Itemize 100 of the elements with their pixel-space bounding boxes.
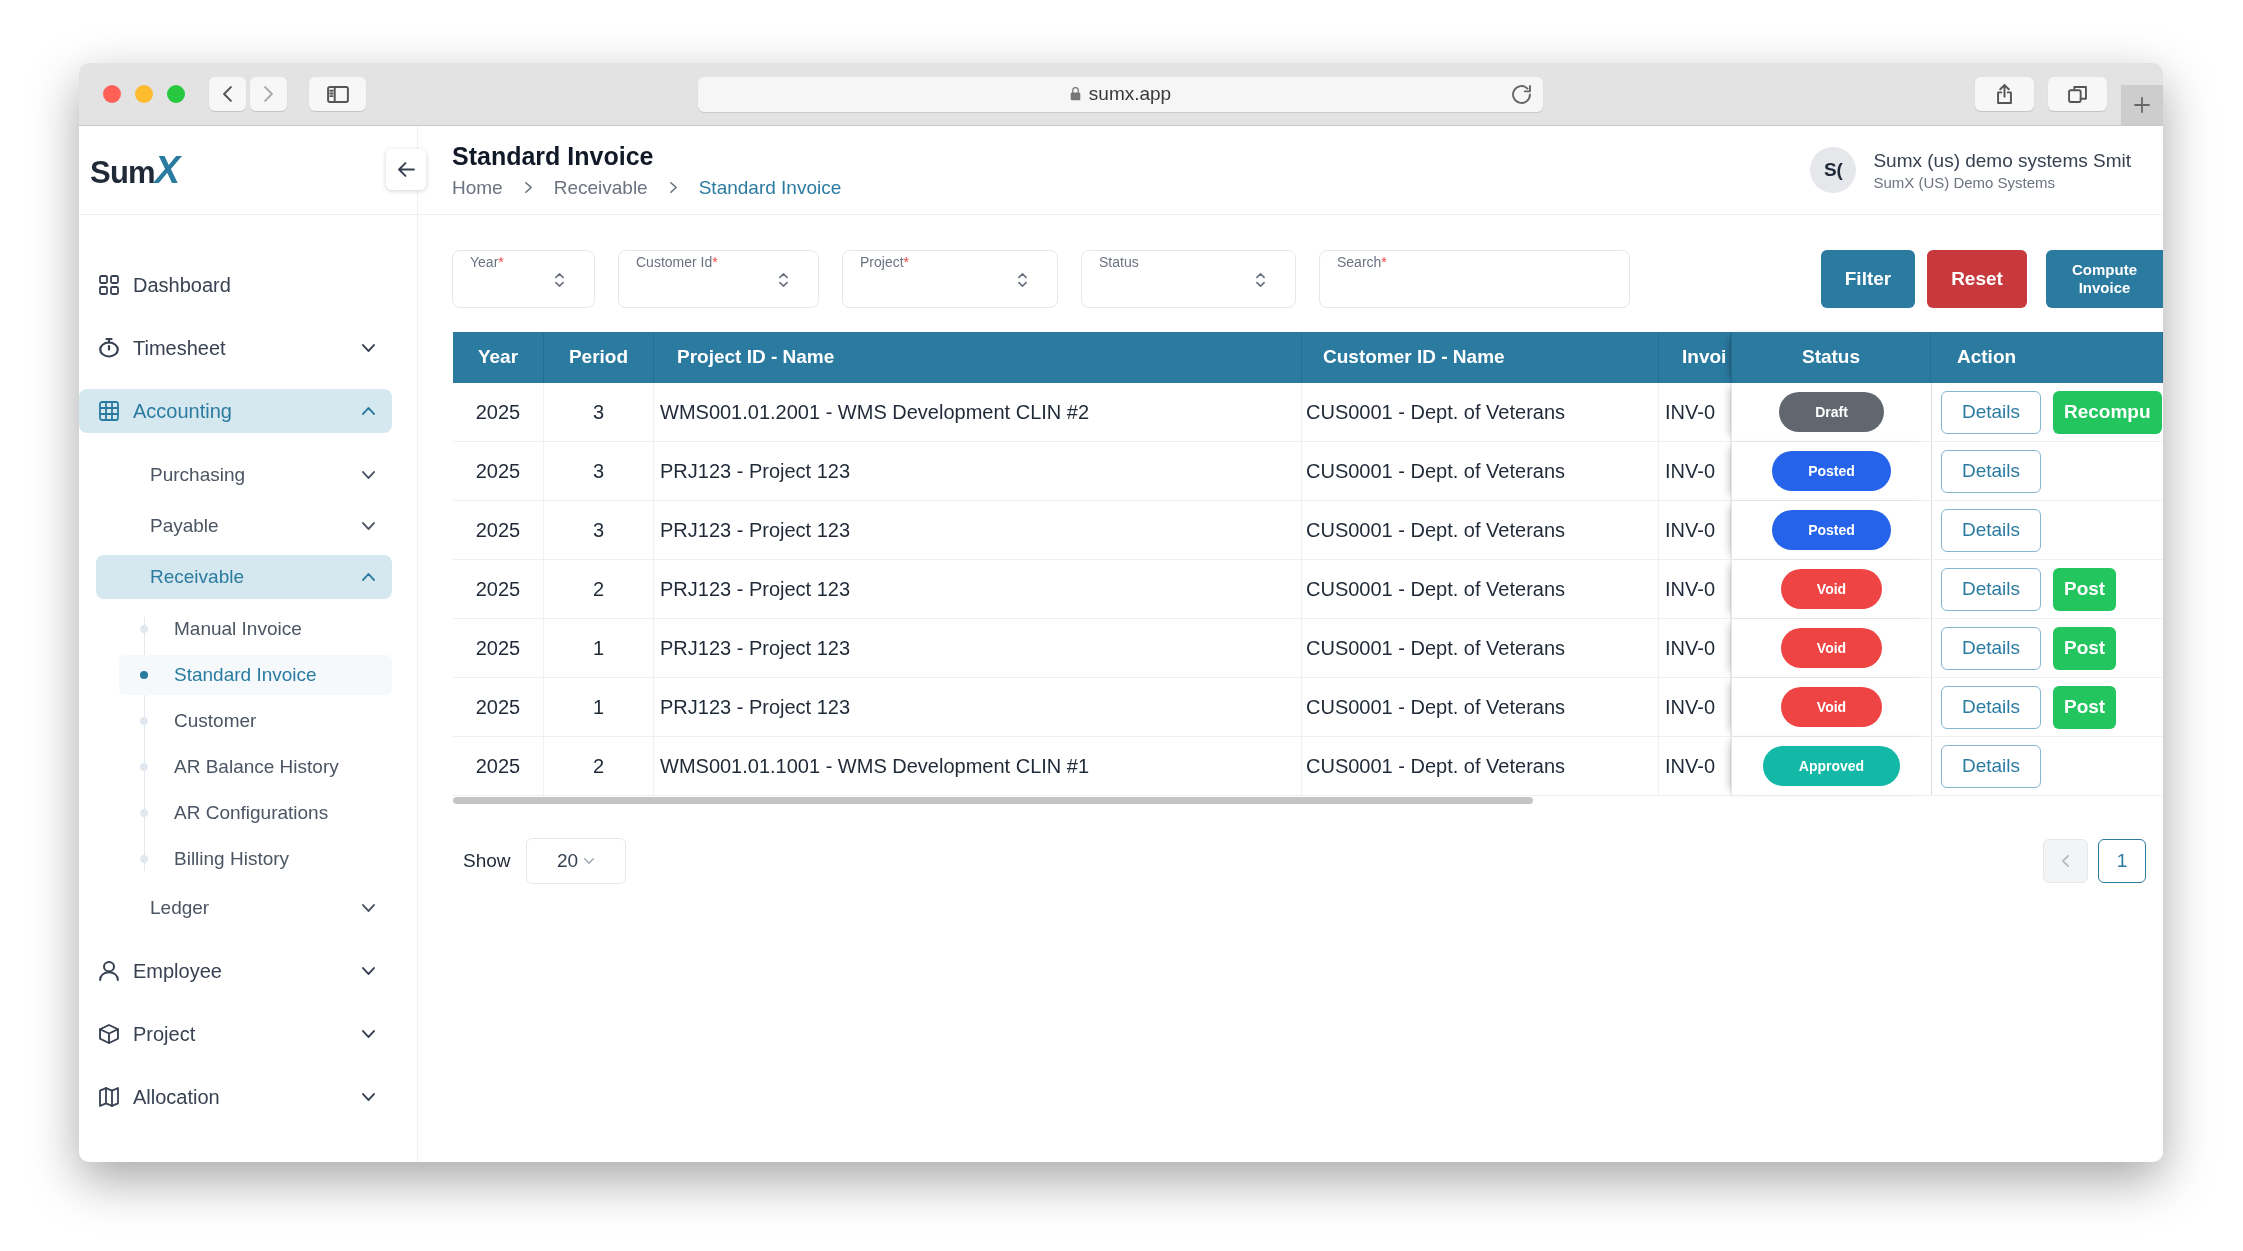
sidebar-item[interactable]: Project	[79, 1012, 392, 1056]
table-cell: 3	[544, 383, 654, 441]
filter-button[interactable]: Filter	[1821, 250, 1915, 308]
sidebar-subitem[interactable]: Customer	[119, 701, 392, 741]
share-button[interactable]	[1975, 77, 2034, 111]
table-cell: PRJ123 - Project 123	[654, 678, 1302, 736]
field-label: Year*	[470, 254, 504, 270]
sidebar-item[interactable]: Allocation	[79, 1075, 392, 1119]
close-window-icon[interactable]	[103, 85, 121, 103]
table-cell: CUS0001 - Dept. of Veterans	[1302, 560, 1659, 618]
tabs-button[interactable]	[2048, 77, 2107, 111]
table-cell: 2025	[453, 619, 544, 677]
sort-chevrons-icon	[555, 273, 564, 287]
table-cell: 3	[544, 442, 654, 500]
status-badge: Void	[1780, 687, 1883, 727]
sidebar-item[interactable]: Ledger	[96, 886, 392, 930]
column-header: Customer ID - Name	[1302, 332, 1659, 383]
sidebar-subitem[interactable]: AR Balance History	[119, 747, 392, 787]
chevron-right-icon	[524, 182, 532, 193]
field-label: Project*	[860, 254, 910, 270]
column-header: Invoi	[1659, 332, 1731, 383]
select-field[interactable]: Project*	[842, 250, 1058, 308]
breadcrumb-link[interactable]: Receivable	[553, 175, 648, 200]
new-tab-button[interactable]	[2121, 85, 2163, 125]
scrollbar-thumb[interactable]	[453, 797, 1533, 804]
details-button[interactable]: Details	[1941, 626, 2041, 670]
collapse-sidebar-button[interactable]	[386, 149, 426, 190]
table-cell: 2	[544, 560, 654, 618]
map-icon	[99, 1087, 119, 1107]
details-button[interactable]: Details	[1941, 508, 2041, 552]
table-cell: PRJ123 - Project 123	[654, 442, 1302, 500]
chevron-right-icon	[669, 182, 677, 193]
reset-button[interactable]: Reset	[1927, 250, 2027, 308]
select-field[interactable]: Customer Id*	[618, 250, 819, 308]
details-button[interactable]: Details	[1941, 449, 2041, 493]
breadcrumb-link[interactable]: Home	[452, 175, 503, 200]
sidebar-subitem[interactable]: AR Configurations	[119, 793, 392, 833]
details-button[interactable]: Details	[1941, 390, 2041, 434]
sidebar-icon	[326, 85, 349, 103]
table-cell: 2025	[453, 442, 544, 500]
user-name: Sumx (us) demo systems Smit	[1873, 148, 2131, 172]
compute-invoice-button[interactable]: Compute Invoice	[2046, 250, 2163, 308]
page-button[interactable]: 1	[2098, 839, 2146, 883]
field-label: Status	[1099, 254, 1139, 270]
sidebar-item[interactable]: Receivable	[96, 555, 392, 599]
sidebar-item[interactable]: Accounting	[79, 389, 392, 433]
page-size-select[interactable]: 20	[525, 838, 626, 884]
sidebar-item[interactable]: Employee	[79, 949, 392, 993]
table-cell: 1	[544, 619, 654, 677]
dot-icon	[140, 671, 148, 679]
status-badge: Void	[1780, 569, 1883, 609]
table-icon	[99, 401, 119, 421]
status-badge: Posted	[1772, 451, 1891, 491]
table-cell: 2025	[453, 383, 544, 441]
user-avatar[interactable]: S(	[1810, 147, 1857, 193]
details-button[interactable]: Details	[1941, 685, 2041, 729]
back-button[interactable]	[209, 77, 246, 111]
sidebar-item[interactable]: Payable	[96, 504, 392, 548]
table-cell: CUS0001 - Dept. of Veterans	[1302, 442, 1659, 500]
table-cell: 2025	[453, 560, 544, 618]
chevron-down-icon	[584, 858, 595, 864]
status-badge: Draft	[1779, 392, 1884, 432]
logo: SumX	[90, 151, 180, 189]
address-bar[interactable]: sumx.app	[698, 76, 1543, 112]
organization-name: SumX (US) Demo Systems	[1873, 173, 2057, 192]
share-icon	[1997, 84, 2012, 104]
table-cell: 1	[544, 678, 654, 736]
sidebar-subitem[interactable]: Manual Invoice	[119, 609, 392, 649]
table-cell: WMS001.01.1001 - WMS Development CLIN #1	[654, 737, 1302, 795]
table-cell: WMS001.01.2001 - WMS Development CLIN #2	[654, 383, 1302, 441]
sort-chevrons-icon	[779, 273, 788, 287]
search-field[interactable]: Search*	[1319, 250, 1630, 308]
sidebar-item[interactable]: Timesheet	[79, 326, 392, 370]
reload-icon[interactable]	[1512, 84, 1531, 104]
details-button[interactable]: Details	[1941, 567, 2041, 611]
user-icon	[99, 961, 119, 981]
cube-icon	[99, 1024, 119, 1044]
details-button[interactable]: Details	[1941, 744, 2041, 788]
select-field[interactable]: Status	[1081, 250, 1296, 308]
table-cell: CUS0001 - Dept. of Veterans	[1302, 678, 1659, 736]
column-header: Year	[453, 332, 544, 383]
sidebar-item[interactable]: Dashboard	[79, 263, 392, 307]
sidebar-item[interactable]: Purchasing	[96, 453, 392, 497]
table-cell: CUS0001 - Dept. of Veterans	[1302, 383, 1659, 441]
sidebar-toggle-button[interactable]	[309, 77, 366, 111]
forward-button[interactable]	[250, 77, 287, 111]
breadcrumb-link[interactable]: Standard Invoice	[698, 175, 842, 200]
sidebar-subitem[interactable]: Billing History	[119, 839, 392, 879]
page-title: Standard Invoice	[452, 140, 655, 171]
grid-icon	[99, 275, 119, 295]
zoom-window-icon[interactable]	[167, 85, 185, 103]
table-cell: CUS0001 - Dept. of Veterans	[1302, 737, 1659, 795]
chevron-left-icon	[2062, 855, 2069, 867]
arrow-left-icon	[397, 162, 415, 177]
select-field[interactable]: Year*	[452, 250, 595, 308]
sidebar-subitem[interactable]: Standard Invoice	[119, 655, 392, 695]
sort-chevrons-icon	[1018, 273, 1027, 287]
status-badge: Approved	[1762, 746, 1901, 786]
chevron-left-icon	[223, 86, 232, 102]
table-cell: 2	[544, 737, 654, 795]
